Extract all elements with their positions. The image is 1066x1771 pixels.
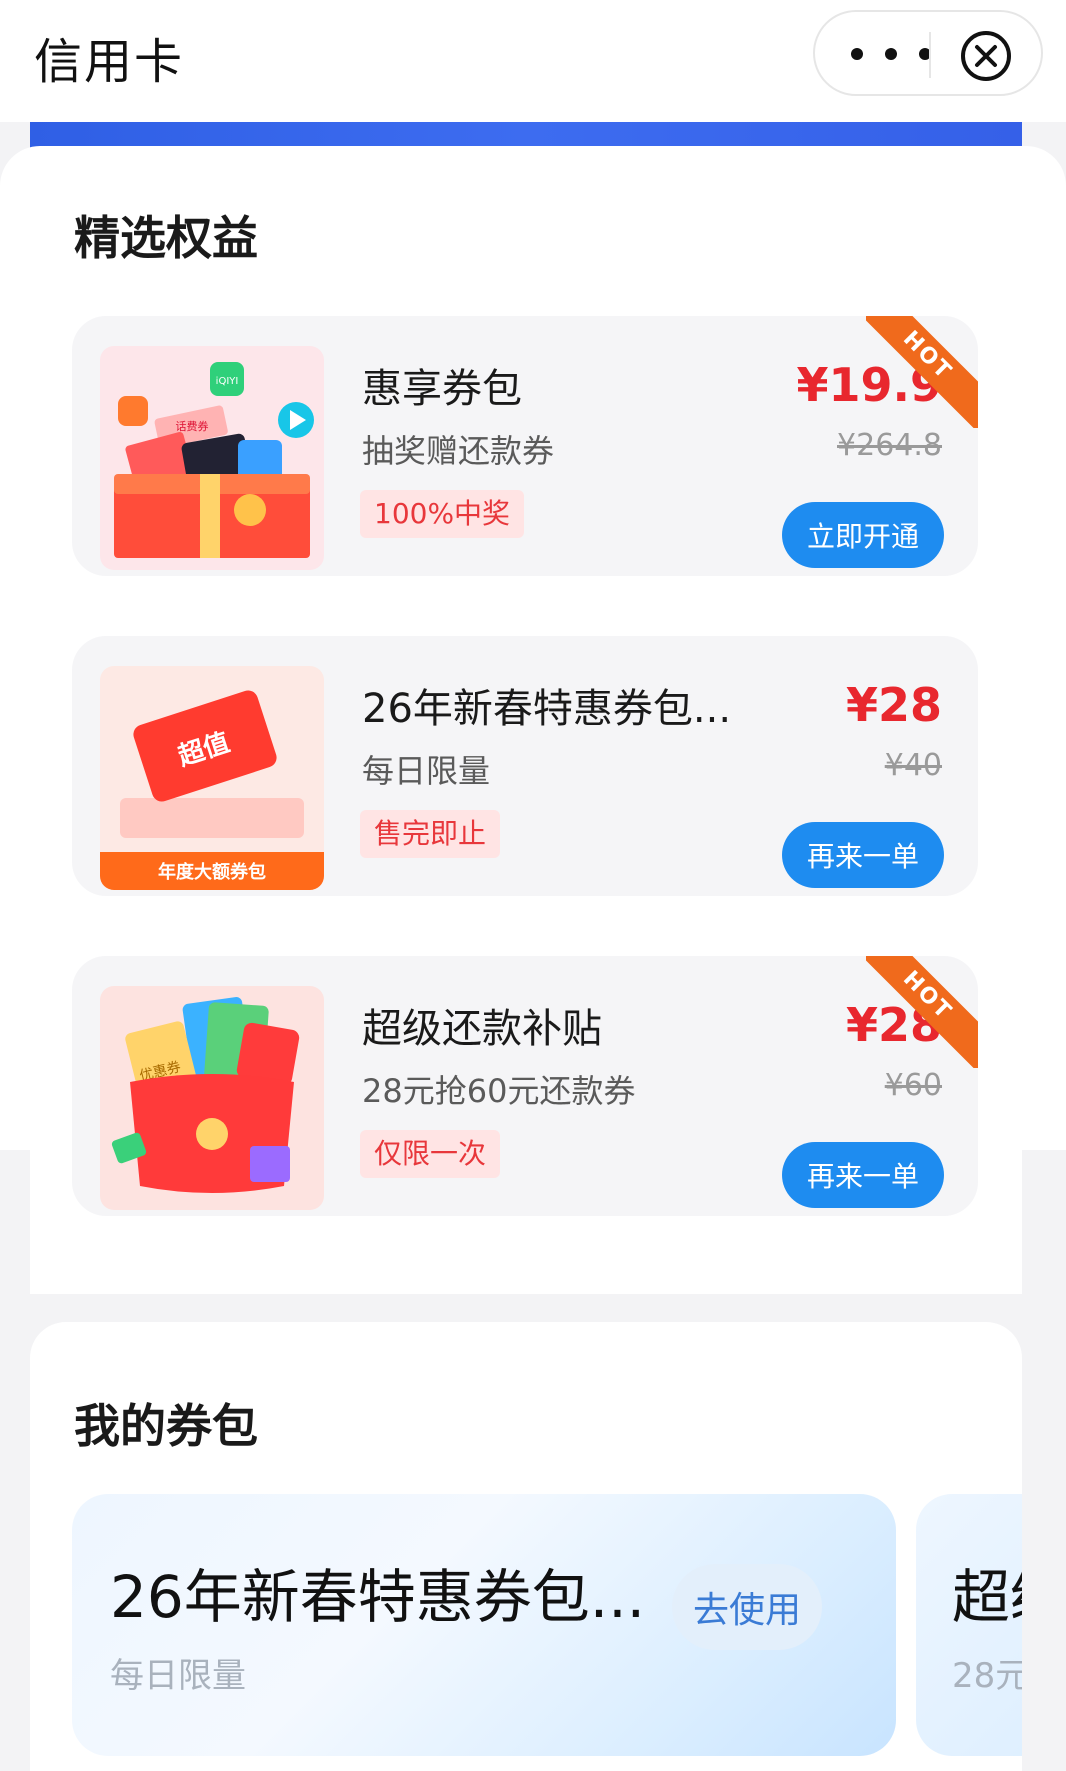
benefit-name: 26年新春特惠券包... xyxy=(362,686,732,732)
mini-program-capsule xyxy=(813,10,1043,96)
new-year-pack-thumbnail: 超值 年度大额券包 xyxy=(100,666,324,890)
repayment-subsidy-thumbnail: 优惠券 xyxy=(100,986,324,1210)
benefit-original-price: ¥40 xyxy=(884,748,942,783)
capsule-divider xyxy=(929,32,931,78)
voucher-name: 26年新春特惠券包... xyxy=(110,1563,646,1631)
hot-badge-label: HOT xyxy=(866,956,978,1068)
more-dots-icon xyxy=(851,48,863,60)
voucher-subtitle: 28元 xyxy=(952,1656,1022,1696)
owned-voucher-card[interactable]: 超级 28元 xyxy=(916,1494,1022,1756)
more-button[interactable] xyxy=(851,32,931,76)
featured-panel: 精选权益 iQIYI 话费券 惠享券包 抽奖赠还款券 100%中奖 ¥19.9 … xyxy=(0,146,1066,1294)
benefit-name: 超级还款补贴 xyxy=(362,1006,602,1052)
benefit-subtitle: 28元抢60元还款券 xyxy=(362,1072,636,1110)
voucher-name: 超级 xyxy=(952,1563,1022,1631)
benefit-subtitle: 抽奖赠还款券 xyxy=(362,432,555,470)
section-title-my-coupons: 我的券包 xyxy=(74,1399,258,1453)
owned-voucher-card[interactable]: 26年新春特惠券包... 每日限量 去使用 xyxy=(72,1494,896,1756)
phone-coupon-text: 话费券 xyxy=(176,419,209,433)
hot-badge-label: HOT xyxy=(866,316,978,428)
annual-pack-label-text: 年度大额券包 xyxy=(158,861,266,883)
benefit-card[interactable]: iQIYI 话费券 惠享券包 抽奖赠还款券 100%中奖 ¥19.9 ¥264.… xyxy=(72,316,978,576)
reorder-button[interactable]: 再来一单 xyxy=(782,1142,944,1208)
benefit-original-price: ¥60 xyxy=(884,1068,942,1103)
iqiyi-logo-text: iQIYI xyxy=(216,376,239,387)
benefit-original-price: ¥264.8 xyxy=(837,428,942,463)
benefit-subtitle: 每日限量 xyxy=(362,752,491,790)
benefit-card[interactable]: 超值 年度大额券包 26年新春特惠券包... 每日限量 售完即止 ¥28 ¥40… xyxy=(72,636,978,896)
page-background xyxy=(1022,1150,1066,1771)
hot-badge: HOT xyxy=(866,316,978,428)
hot-badge: HOT xyxy=(866,956,978,1068)
benefit-card[interactable]: 优惠券 超级还款补贴 28元抢60元还款券 仅限一次 ¥28 ¥60 再来一单 … xyxy=(72,956,978,1216)
reorder-button[interactable]: 再来一单 xyxy=(782,822,944,888)
page-background xyxy=(0,1150,30,1771)
close-button[interactable] xyxy=(961,31,1011,81)
more-dots-icon xyxy=(885,48,897,60)
open-now-button[interactable]: 立即开通 xyxy=(782,502,944,568)
benefit-name: 惠享券包 xyxy=(362,366,522,412)
benefit-tag: 100%中奖 xyxy=(360,490,525,538)
page-title: 信用卡 xyxy=(34,34,185,90)
top-bar: 信用卡 xyxy=(0,0,1066,122)
voucher-subtitle: 每日限量 xyxy=(110,1656,246,1696)
use-voucher-button[interactable]: 去使用 xyxy=(672,1564,822,1650)
close-icon xyxy=(975,45,997,67)
benefit-price: ¥28 xyxy=(845,678,942,732)
section-title-featured: 精选权益 xyxy=(74,211,258,265)
benefit-tag: 售完即止 xyxy=(360,810,501,858)
benefit-tag: 仅限一次 xyxy=(360,1130,501,1178)
my-coupons-panel: 我的券包 26年新春特惠券包... 每日限量 去使用 超级 28元 xyxy=(30,1322,1022,1771)
coupon-pack-thumbnail: iQIYI 话费券 xyxy=(100,346,324,570)
